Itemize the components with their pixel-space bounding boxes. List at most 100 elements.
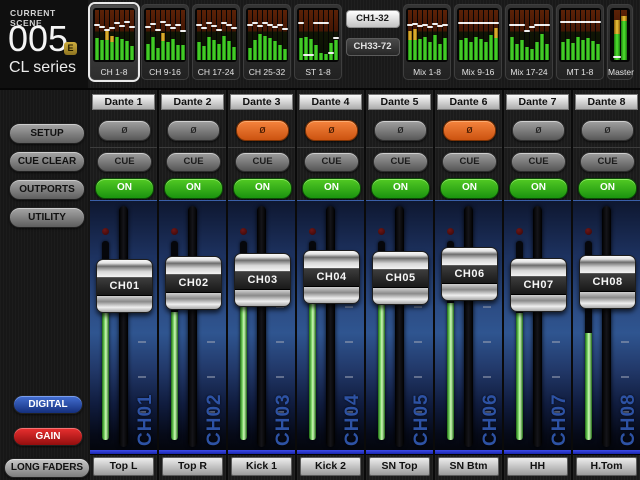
cue-button[interactable]: CUE bbox=[373, 152, 428, 172]
bank-button-ch1-32[interactable]: CH1-32 bbox=[346, 10, 400, 28]
meter-panel bbox=[406, 8, 448, 62]
meter-bank-master[interactable]: Master bbox=[607, 4, 633, 80]
on-button[interactable]: ON bbox=[578, 178, 637, 199]
on-button[interactable]: ON bbox=[440, 178, 499, 199]
on-button[interactable]: ON bbox=[302, 178, 361, 199]
fader-knob[interactable]: CH02 bbox=[165, 256, 222, 310]
fader-knob[interactable]: CH07 bbox=[510, 258, 567, 312]
bridge-meter-fill bbox=[222, 36, 226, 60]
mode-button-digital[interactable]: DIGITAL bbox=[13, 395, 83, 414]
bridge-meter bbox=[273, 10, 277, 60]
fader-knob[interactable]: CH06 bbox=[441, 247, 498, 301]
fader-knob[interactable]: CH04 bbox=[303, 250, 360, 304]
bank-button-ch33-72[interactable]: CH33-72 bbox=[346, 38, 400, 56]
meter-bank-mix-1-8[interactable]: Mix 1-8 bbox=[403, 4, 451, 80]
sidebar-button-setup[interactable]: SETUP bbox=[9, 123, 85, 144]
phase-button[interactable]: ø bbox=[374, 120, 427, 141]
fader-track[interactable] bbox=[326, 206, 335, 447]
fader-track[interactable] bbox=[533, 206, 542, 447]
bridge-meter-fill bbox=[176, 45, 180, 60]
meter-bank-mix-9-16[interactable]: Mix 9-16 bbox=[454, 4, 502, 80]
meter-bank-mt-1-8[interactable]: MT 1-8 bbox=[556, 4, 604, 80]
channel-name[interactable]: Kick 1 bbox=[231, 457, 292, 476]
vertical-channel-label: CH02 bbox=[204, 366, 224, 446]
fader-position-dash bbox=[595, 21, 601, 23]
fader-region: CH07 CH07 bbox=[504, 200, 571, 455]
meter-panel bbox=[610, 8, 630, 62]
phase-button[interactable]: ø bbox=[305, 120, 358, 141]
vertical-channel-label: CH08 bbox=[618, 366, 638, 446]
bridge-meter bbox=[469, 10, 473, 60]
on-button[interactable]: ON bbox=[371, 178, 430, 199]
phase-button[interactable]: ø bbox=[581, 120, 634, 141]
cue-button[interactable]: CUE bbox=[580, 152, 635, 172]
channel-name[interactable]: SN Btm bbox=[438, 457, 499, 476]
cue-button[interactable]: CUE bbox=[97, 152, 152, 172]
fader-track[interactable] bbox=[395, 206, 404, 447]
phase-button[interactable]: ø bbox=[512, 120, 565, 141]
bridge-meter bbox=[181, 10, 185, 60]
meter-panel bbox=[246, 8, 288, 62]
mode-button-gain[interactable]: GAIN bbox=[13, 427, 83, 446]
meter-bank-ch-9-16[interactable]: CH 9-16 bbox=[141, 4, 189, 80]
cue-button[interactable]: CUE bbox=[166, 152, 221, 172]
on-button[interactable]: ON bbox=[509, 178, 568, 199]
fader-track[interactable] bbox=[602, 206, 611, 447]
peak-indicator bbox=[447, 228, 454, 235]
fader-track[interactable] bbox=[464, 206, 473, 447]
bridge-meter-fill bbox=[413, 40, 417, 60]
mode-button-long-faders[interactable]: LONG FADERS bbox=[4, 458, 90, 478]
fader-knob[interactable]: CH08 bbox=[579, 255, 636, 309]
meter-bank-mix-17-24[interactable]: Mix 17-24 bbox=[505, 4, 553, 80]
bridge-meter bbox=[484, 10, 488, 60]
meter-bank-ch-1-8[interactable]: CH 1-8 bbox=[90, 4, 138, 80]
cue-button[interactable]: CUE bbox=[235, 152, 290, 172]
strip-divider bbox=[90, 147, 157, 148]
bank-select-stack: CH1-32 CH33-72 bbox=[345, 4, 400, 56]
phase-button[interactable]: ø bbox=[236, 120, 289, 141]
peak-indicator bbox=[171, 228, 178, 235]
strip-divider bbox=[228, 147, 295, 148]
bridge-meter-fill bbox=[515, 44, 519, 60]
cue-button[interactable]: CUE bbox=[304, 152, 359, 172]
bridge-meter bbox=[263, 10, 267, 60]
meter-bank-ch-25-32[interactable]: CH 25-32 bbox=[243, 4, 291, 80]
bridge-meter-fill bbox=[110, 42, 114, 60]
on-button[interactable]: ON bbox=[233, 178, 292, 199]
peak-indicator bbox=[240, 228, 247, 235]
channel-name[interactable]: Top R bbox=[162, 457, 223, 476]
scene-info[interactable]: CURRENT SCENE 005 E CL series bbox=[0, 0, 88, 88]
bridge-meter-yellow bbox=[614, 20, 620, 34]
channel-strip-ch05: Dante 5 ø CUE ON CH05 CH05 SN Top bbox=[366, 90, 433, 480]
fader-position-dash bbox=[129, 26, 135, 28]
bridge-meter-fill bbox=[418, 39, 422, 60]
channel-name[interactable]: SN Top bbox=[369, 457, 430, 476]
channel-name[interactable]: Kick 2 bbox=[300, 457, 361, 476]
meter-bank-ch-17-24[interactable]: CH 17-24 bbox=[192, 4, 240, 80]
bridge-meter bbox=[156, 10, 160, 60]
on-button[interactable]: ON bbox=[95, 178, 154, 199]
fader-knob[interactable]: CH01 bbox=[96, 259, 153, 313]
meter-bank-st-1-8[interactable]: ST 1-8 bbox=[294, 4, 342, 80]
fader-track[interactable] bbox=[119, 206, 128, 447]
cue-button[interactable]: CUE bbox=[442, 152, 497, 172]
fader-knob[interactable]: CH03 bbox=[234, 253, 291, 307]
fader-knob[interactable]: CH05 bbox=[372, 251, 429, 305]
phase-button[interactable]: ø bbox=[98, 120, 151, 141]
sidebar-button-cue-clear[interactable]: CUE CLEAR bbox=[9, 151, 85, 172]
sidebar-button-outports[interactable]: OUTPORTS bbox=[9, 179, 85, 200]
fader-track[interactable] bbox=[188, 206, 197, 447]
cue-button[interactable]: CUE bbox=[511, 152, 566, 172]
strip-divider bbox=[366, 147, 433, 148]
on-button[interactable]: ON bbox=[164, 178, 223, 199]
channel-name[interactable]: Top L bbox=[93, 457, 154, 476]
fader-region: CH08 CH08 bbox=[573, 200, 640, 455]
sidebar-button-utility[interactable]: UTILITY bbox=[9, 207, 85, 228]
phase-button[interactable]: ø bbox=[443, 120, 496, 141]
phase-button[interactable]: ø bbox=[167, 120, 220, 141]
strip-divider bbox=[297, 147, 364, 148]
fader-scale-tick bbox=[414, 306, 422, 308]
channel-name[interactable]: H.Tom bbox=[576, 457, 637, 476]
channel-name[interactable]: HH bbox=[507, 457, 568, 476]
fader-track[interactable] bbox=[257, 206, 266, 447]
